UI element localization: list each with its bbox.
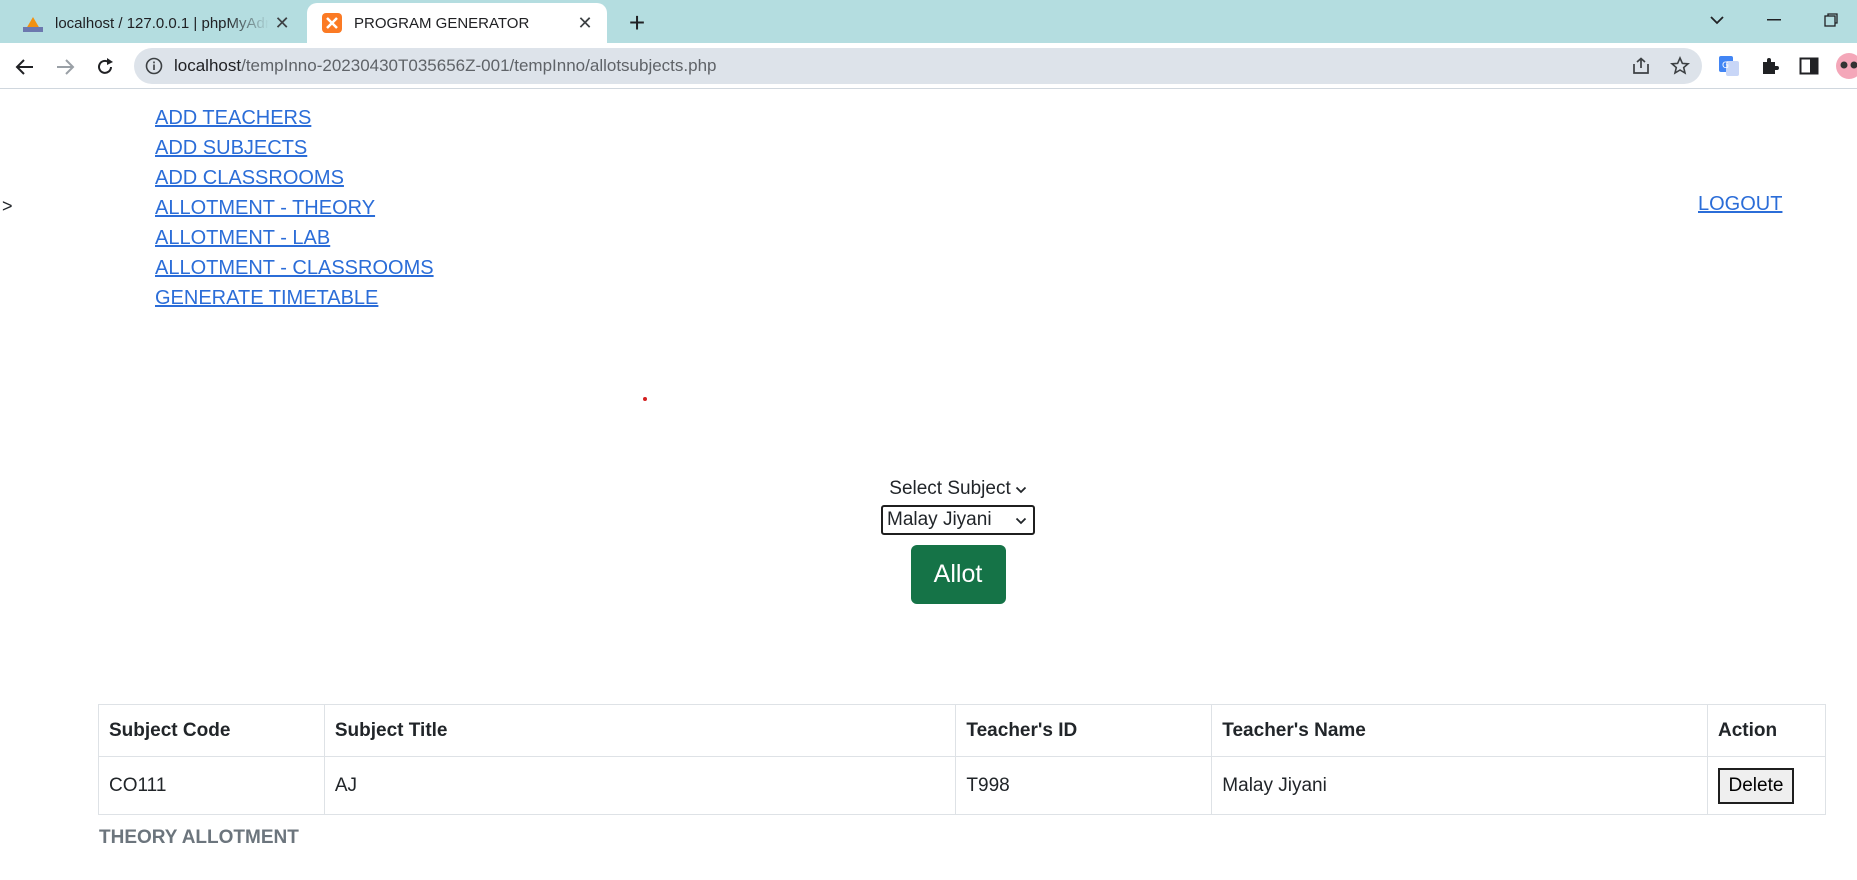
nav-add-classrooms[interactable]: ADD CLASSROOMS — [155, 163, 434, 193]
nav-allotment-lab[interactable]: ALLOTMENT - LAB — [155, 223, 434, 253]
tab-title: PROGRAM GENERATOR — [354, 14, 530, 32]
tab-search-chevron-icon[interactable] — [1697, 4, 1737, 36]
google-translate-icon[interactable]: G — [1715, 52, 1743, 80]
cell-subject-title: AJ — [323, 756, 957, 815]
stray-text: > — [2, 196, 13, 216]
nav-add-subjects[interactable]: ADD SUBJECTS — [155, 133, 434, 163]
address-bar[interactable]: localhost/tempInno-20230430T035656Z-001/… — [134, 48, 1702, 84]
col-subject-code: Subject Code — [98, 704, 325, 757]
red-dot — [643, 397, 647, 401]
url-host: localhost — [174, 56, 242, 75]
restore-icon[interactable] — [1811, 4, 1851, 36]
url-path: /tempInno-20230430T035656Z-001/tempInno/… — [241, 56, 717, 75]
cell-teacher-id: T998 — [955, 756, 1213, 815]
side-panel-icon[interactable] — [1795, 52, 1823, 80]
cell-action: Delete — [1706, 756, 1827, 815]
chevron-down-icon — [1015, 509, 1027, 531]
xampp-favicon-icon — [322, 13, 342, 33]
delete-button[interactable]: Delete — [1717, 767, 1794, 804]
subject-select[interactable]: Select Subject — [889, 477, 1026, 501]
nav-add-teachers[interactable]: ADD TEACHERS — [155, 103, 434, 133]
col-action: Action — [1706, 704, 1827, 757]
col-subject-title: Subject Title — [323, 704, 957, 757]
cell-subject-code: CO111 — [98, 756, 325, 815]
extensions-puzzle-icon[interactable] — [1756, 52, 1784, 80]
main-nav: ADD TEACHERS ADD SUBJECTS ADD CLASSROOMS… — [155, 103, 434, 313]
nav-allotment-theory[interactable]: ALLOTMENT - THEORY — [155, 193, 434, 223]
col-teacher-id: Teacher's ID — [955, 704, 1213, 757]
browser-tabstrip: localhost / 127.0.0.1 | phpMyAdmin ✕ PRO… — [0, 0, 1857, 43]
reload-icon[interactable] — [88, 50, 122, 84]
new-tab-plus-icon[interactable]: + — [620, 6, 654, 40]
table-row: CO111 AJ T998 Malay Jiyani Delete — [98, 756, 1827, 815]
close-icon[interactable]: ✕ — [269, 9, 295, 37]
browser-toolbar: localhost/tempInno-20230430T035656Z-001/… — [0, 43, 1857, 89]
pma-favicon-icon — [23, 13, 43, 33]
close-icon[interactable]: ✕ — [571, 9, 599, 37]
logout-link[interactable]: LOGOUT — [1698, 193, 1782, 216]
nav-allotment-classrooms[interactable]: ALLOTMENT - CLASSROOMS — [155, 253, 434, 283]
url-text: localhost/tempInno-20230430T035656Z-001/… — [174, 56, 717, 76]
chevron-down-icon — [1015, 478, 1027, 500]
tab-phpmyadmin[interactable]: localhost / 127.0.0.1 | phpMyAdmin ✕ — [8, 3, 303, 43]
table-header-row: Subject Code Subject Title Teacher's ID … — [98, 704, 1827, 757]
bookmark-star-icon[interactable] — [1665, 51, 1695, 81]
svg-text:G: G — [1722, 61, 1729, 71]
table-caption: THEORY ALLOTMENT — [99, 827, 299, 848]
subject-select-label: Select Subject — [889, 478, 1011, 499]
teacher-select-value: Malay Jiyani — [887, 509, 992, 530]
allot-button[interactable]: Allot — [910, 545, 1006, 604]
profile-avatar-icon[interactable] — [1835, 52, 1857, 80]
cell-teacher-name: Malay Jiyani — [1211, 756, 1708, 815]
share-icon[interactable] — [1626, 51, 1656, 81]
allotment-table: Subject Code Subject Title Teacher's ID … — [98, 704, 1827, 815]
forward-arrow-icon[interactable] — [48, 50, 82, 84]
back-arrow-icon[interactable] — [8, 50, 42, 84]
nav-generate-timetable[interactable]: GENERATE TIMETABLE — [155, 283, 434, 313]
col-teacher-name: Teacher's Name — [1211, 704, 1708, 757]
site-info-icon[interactable] — [134, 57, 174, 75]
tab-title: localhost / 127.0.0.1 | phpMyAdmin — [55, 14, 270, 32]
tab-program-generator[interactable]: PROGRAM GENERATOR ✕ — [307, 3, 607, 43]
allot-form: Select Subject Malay Jiyani Allot — [0, 477, 1857, 604]
teacher-select[interactable]: Malay Jiyani — [881, 505, 1035, 535]
page-content: > ADD TEACHERS ADD SUBJECTS ADD CLASSROO… — [0, 89, 1857, 880]
minimize-icon[interactable] — [1754, 4, 1794, 36]
